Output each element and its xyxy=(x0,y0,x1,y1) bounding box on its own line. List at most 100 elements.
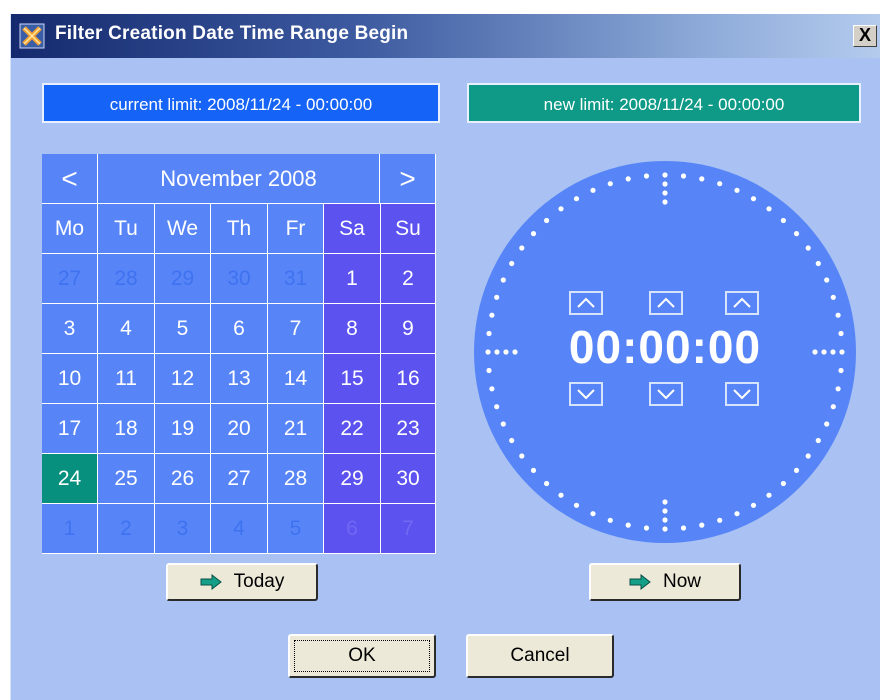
calendar-day-other-month[interactable]: 1 xyxy=(42,504,98,554)
clock-tick-dot xyxy=(717,181,723,187)
clock-tick-dot xyxy=(780,480,786,487)
calendar-day[interactable]: 5 xyxy=(155,304,211,354)
calendar-day-other-month[interactable]: 2 xyxy=(98,504,155,554)
calendar-day[interactable]: 28 xyxy=(268,454,324,504)
seconds-up-button[interactable] xyxy=(725,291,759,315)
calendar-day[interactable]: 19 xyxy=(155,404,211,454)
weekday-label: Th xyxy=(211,204,268,254)
clock-tick-dot xyxy=(643,525,650,531)
calendar-day-other-month[interactable]: 6 xyxy=(324,504,381,554)
calendar-day[interactable]: 22 xyxy=(324,404,381,454)
calendar-day[interactable]: 13 xyxy=(211,354,268,404)
clock-quarter-mark xyxy=(662,508,668,514)
clock-tick-dot xyxy=(793,467,800,473)
calendar-day-other-month[interactable]: 4 xyxy=(211,504,268,554)
chevron-up-icon xyxy=(577,297,595,308)
clock-tick-dot xyxy=(494,404,500,410)
clock-tick-dot xyxy=(815,437,821,444)
calendar-day[interactable]: 8 xyxy=(324,304,381,354)
chevron-up-icon xyxy=(657,297,675,308)
calendar-day-other-month[interactable]: 29 xyxy=(155,254,211,304)
calendar-day[interactable]: 12 xyxy=(155,354,211,404)
month-label: November 2008 xyxy=(98,154,380,204)
now-button[interactable]: Now xyxy=(589,563,741,601)
clock-quarter-mark xyxy=(662,499,668,505)
calendar-day-other-month[interactable]: 3 xyxy=(155,504,211,554)
weekday-label: We xyxy=(155,204,211,254)
calendar-day[interactable]: 21 xyxy=(268,404,324,454)
new-limit: new limit: 2008/11/24 - 00:00:00 xyxy=(467,83,861,123)
arrow-right-icon xyxy=(200,574,222,590)
cancel-button[interactable]: Cancel xyxy=(466,634,614,678)
minutes-value: 00 xyxy=(638,321,692,373)
prev-month-button[interactable]: < xyxy=(42,154,98,204)
clock-tick-dot xyxy=(643,173,650,179)
calendar-day[interactable]: 7 xyxy=(268,304,324,354)
clock-tick-dot xyxy=(662,526,668,532)
hours-up-button[interactable] xyxy=(569,291,603,315)
calendar-day[interactable]: 29 xyxy=(324,454,381,504)
calendar-day[interactable]: 17 xyxy=(42,404,98,454)
clock-tick-dot xyxy=(500,421,506,427)
calendar-day[interactable]: 6 xyxy=(211,304,268,354)
calendar-day[interactable]: 15 xyxy=(324,354,381,404)
close-button[interactable]: X xyxy=(853,25,877,47)
clock-tick-dot xyxy=(530,467,537,473)
calendar-day[interactable]: 3 xyxy=(42,304,98,354)
calendar-day[interactable]: 1 xyxy=(324,254,381,304)
clock-tick-dot xyxy=(699,522,705,528)
today-label: Today xyxy=(233,571,285,592)
calendar-day[interactable]: 30 xyxy=(381,454,436,504)
clock-quarter-mark xyxy=(662,517,668,523)
clock-tick-dot xyxy=(780,217,786,224)
now-label: Now xyxy=(662,571,701,592)
calendar-day[interactable]: 4 xyxy=(98,304,155,354)
minutes-up-button[interactable] xyxy=(649,291,683,315)
clock-quarter-mark xyxy=(662,199,668,205)
app-icon xyxy=(19,23,45,49)
calendar-day[interactable]: 2 xyxy=(381,254,436,304)
calendar-day[interactable]: 26 xyxy=(155,454,211,504)
clock-tick-dot xyxy=(590,187,596,193)
calendar-day[interactable]: 16 xyxy=(381,354,436,404)
calendar-day[interactable]: 9 xyxy=(381,304,436,354)
dialog-window: Filter Creation Date Time Range Begin X … xyxy=(10,14,880,700)
hours-down-button[interactable] xyxy=(569,382,603,406)
calendar-day-other-month[interactable]: 7 xyxy=(381,504,436,554)
clock-tick-dot xyxy=(625,522,631,528)
weekday-label: Sa xyxy=(324,204,381,254)
clock-tick-dot xyxy=(699,176,705,182)
calendar-day[interactable]: 25 xyxy=(98,454,155,504)
clock-tick-dot xyxy=(558,492,564,498)
arrow-right-icon xyxy=(629,574,651,590)
calendar-day-selected[interactable]: 24 xyxy=(42,454,98,504)
calendar-day-other-month[interactable]: 31 xyxy=(268,254,324,304)
seconds-down-button[interactable] xyxy=(725,382,759,406)
calendar-day[interactable]: 20 xyxy=(211,404,268,454)
calendar-day[interactable]: 10 xyxy=(42,354,98,404)
calendar-day[interactable]: 27 xyxy=(211,454,268,504)
ok-button[interactable]: OK xyxy=(288,634,436,678)
clock-tick-dot xyxy=(519,245,525,251)
clock-tick-dot xyxy=(489,386,495,392)
calendar-day[interactable]: 23 xyxy=(381,404,436,454)
calendar-day-other-month[interactable]: 30 xyxy=(211,254,268,304)
next-month-button[interactable]: > xyxy=(380,154,436,204)
calendar-day[interactable]: 11 xyxy=(98,354,155,404)
calendar-day[interactable]: 18 xyxy=(98,404,155,454)
clock-tick-dot xyxy=(544,217,550,224)
clock-tick-dot xyxy=(500,277,506,283)
calendar-day[interactable]: 14 xyxy=(268,354,324,404)
title-bar[interactable]: Filter Creation Date Time Range Begin X xyxy=(11,14,880,58)
clock-tick-dot xyxy=(750,196,757,202)
weekday-label: Mo xyxy=(42,204,98,254)
calendar-day-other-month[interactable]: 5 xyxy=(268,504,324,554)
calendar-day-other-month[interactable]: 28 xyxy=(98,254,155,304)
clock-tick-dot xyxy=(489,312,495,318)
clock-tick-dot xyxy=(680,525,687,531)
minutes-down-button[interactable] xyxy=(649,382,683,406)
today-button[interactable]: Today xyxy=(166,563,318,601)
seconds-value: 00 xyxy=(707,321,762,373)
clock-tick-dot xyxy=(607,181,613,187)
calendar-day-other-month[interactable]: 27 xyxy=(42,254,98,304)
